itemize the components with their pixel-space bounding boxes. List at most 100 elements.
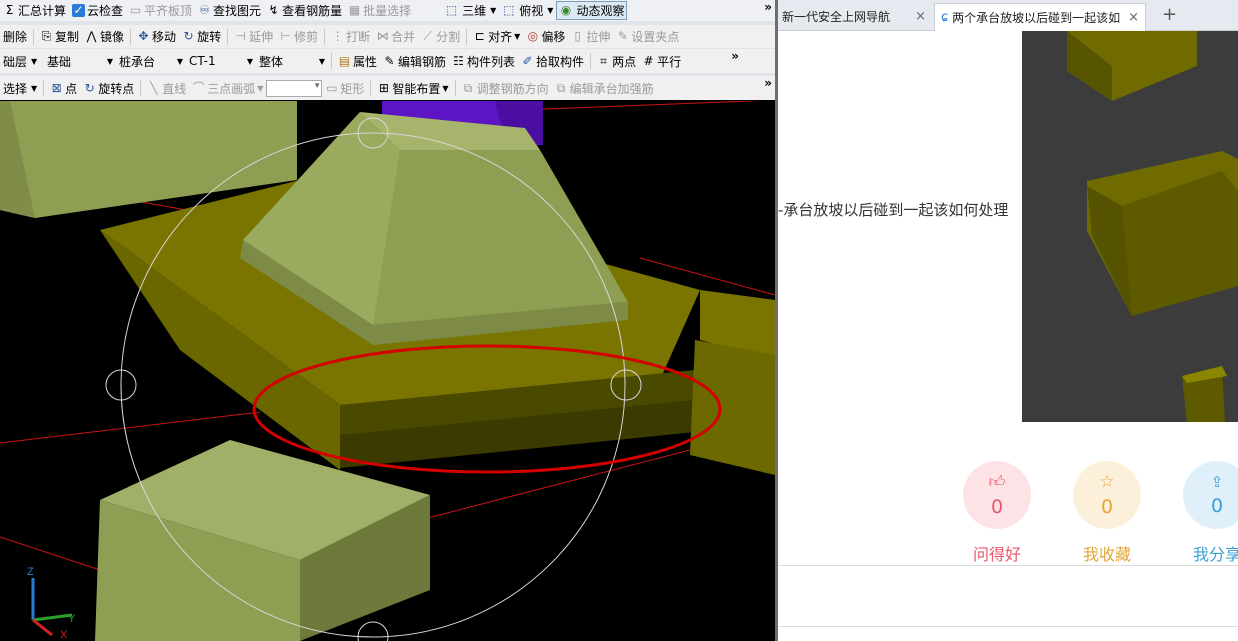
move-label: 移动 xyxy=(152,30,177,44)
move-button[interactable]: ✥ 移动 xyxy=(134,27,179,47)
orbit-handle-bottom[interactable] xyxy=(357,621,389,641)
arc-option-combo[interactable] xyxy=(266,79,323,97)
sigma-icon: Σ xyxy=(5,3,14,17)
share-circle[interactable]: ⇪ 0 xyxy=(1183,461,1238,529)
rotate-button[interactable]: ↻ 旋转 xyxy=(179,27,224,47)
browser-tab-active[interactable]: ɕ 两个承台放坡以后碰到一起该如何处理 × xyxy=(934,3,1146,31)
point-button[interactable]: ⊠ 点 xyxy=(47,78,80,98)
two-points-label: 两点 xyxy=(612,54,637,69)
offset-button[interactable]: ◎ 偏移 xyxy=(523,27,568,47)
scope-dropdown[interactable]: 整体 ▼ xyxy=(256,52,328,71)
find-element-button[interactable]: ♾ 查找图元 xyxy=(195,1,264,21)
share-action[interactable]: ⇪ 0 我分享 xyxy=(1182,461,1238,565)
component-type-dropdown[interactable]: 桩承台 ▼ xyxy=(116,52,186,71)
toolbar-overflow-button[interactable]: » xyxy=(764,0,772,14)
divider xyxy=(33,28,35,45)
cloud-check-button[interactable]: ✓ 云检查 xyxy=(69,1,126,21)
edit-cap-rebar-button[interactable]: ⧉ 编辑承台加强筋 xyxy=(552,78,657,98)
question-image[interactable] xyxy=(1022,31,1238,422)
rect-button[interactable]: ▭ 矩形 xyxy=(322,78,367,98)
favorite-action[interactable]: ☆ 0 我收藏 xyxy=(1072,461,1142,565)
parallel-icon: # xyxy=(643,53,654,68)
adjacent-cap-side xyxy=(690,340,775,475)
divider xyxy=(331,53,332,69)
dynamic-observe-button[interactable]: ◉ 动态观察 xyxy=(556,1,628,20)
pick-component-label: 拾取构件 xyxy=(536,54,585,69)
merge-button[interactable]: ⋈ 合并 xyxy=(373,27,418,47)
3d-viewport[interactable]: Z Y X xyxy=(0,101,775,641)
browser-tab[interactable]: 新一代安全上网导航 × xyxy=(778,3,932,29)
move-icon: ✥ xyxy=(138,29,149,43)
view-mode-value: 三维 xyxy=(462,4,487,18)
edit-rebar-button[interactable]: ✎ 编辑钢筋 xyxy=(380,51,449,71)
line-button[interactable]: ╲ 直线 xyxy=(144,78,189,98)
arc-label: 三点画弧 xyxy=(207,81,256,96)
edit-rebar-label: 编辑钢筋 xyxy=(398,54,447,69)
set-grip-button[interactable]: ✎ 设置夹点 xyxy=(613,27,682,47)
batch-select-label: 批量选择 xyxy=(363,4,412,18)
summary-calc-button[interactable]: Σ 汇总计算 xyxy=(0,1,69,21)
view-rebar-button[interactable]: ↯ 查看钢筋量 xyxy=(264,1,345,21)
thumbs-up-icon: 👍︎ xyxy=(988,472,1006,491)
break-button[interactable]: ⋮ 打断 xyxy=(328,27,373,47)
smart-layout-icon: ⊞ xyxy=(378,80,389,95)
offset-label: 偏移 xyxy=(541,30,566,44)
component-list-button[interactable]: ☷ 构件列表 xyxy=(449,51,518,71)
rotate-point-button[interactable]: ↻ 旋转点 xyxy=(80,78,137,98)
two-points-button[interactable]: ⌗ 两点 xyxy=(594,51,639,71)
edit-cap-rebar-label: 编辑承台加强筋 xyxy=(569,81,654,96)
extend-label: 延伸 xyxy=(249,30,274,44)
point-label: 点 xyxy=(65,81,78,96)
question-image-render xyxy=(1067,31,1238,422)
trim-button[interactable]: ⊢ 修剪 xyxy=(276,27,321,47)
align-button[interactable]: ⊏ 对齐 ▼ xyxy=(470,27,523,47)
copy-button[interactable]: ⎘ 复制 xyxy=(37,27,82,47)
batch-select-button[interactable]: ▦ 批量选择 xyxy=(345,1,414,21)
toolbar-overflow-button[interactable]: » xyxy=(764,76,772,90)
extend-icon: ⊣ xyxy=(235,29,246,43)
view-rebar-label: 查看钢筋量 xyxy=(282,4,343,18)
smart-layout-button[interactable]: ⊞ 智能布置 ▼ xyxy=(374,78,451,98)
view-angle-dropdown[interactable]: ⬚ 俯视 ▼ xyxy=(499,1,556,20)
view-mode-dropdown[interactable]: ⬚ 三维 ▼ xyxy=(442,1,499,20)
question-title: -承台放坡以后碰到一起该如何处理 xyxy=(778,201,1009,219)
toolbar-overflow-button[interactable]: » xyxy=(731,49,739,63)
close-icon[interactable]: × xyxy=(915,9,926,24)
like-circle[interactable]: 👍︎ 0 xyxy=(963,461,1031,529)
toolbar-row-1: Σ 汇总计算 ✓ 云检查 ▭ 平齐板顶 ♾ 查找图元 ↯ 查看钢筋量 ▦ 批量选择 ⬚ 三维 ▼… xyxy=(0,0,775,21)
level-slab-button[interactable]: ▭ 平齐板顶 xyxy=(126,1,195,21)
properties-button[interactable]: ▤ 属性 xyxy=(335,51,380,71)
arc-button[interactable]: ⌒ 三点画弧 ▼ xyxy=(189,78,266,98)
pick-component-button[interactable]: ✐ 拾取构件 xyxy=(518,51,587,71)
share-label: 我分享 xyxy=(1192,545,1238,564)
cloud-check-label: 云检查 xyxy=(87,4,124,18)
point-icon: ⊠ xyxy=(51,80,62,95)
stretch-button[interactable]: ▯ 拉伸 xyxy=(568,27,613,47)
cube-icon: ⬚ xyxy=(445,3,458,17)
chevron-down-icon: ▼ xyxy=(31,56,38,66)
axis-line xyxy=(419,449,691,521)
rotate-icon: ↻ xyxy=(183,29,194,43)
edit-cap-rebar-icon: ⧉ xyxy=(556,80,566,95)
like-action[interactable]: 👍︎ 0 问得好 xyxy=(962,461,1032,565)
mirror-button[interactable]: ⋀ 镜像 xyxy=(82,27,127,47)
align-label: 对齐 xyxy=(488,30,513,44)
grip-icon: ✎ xyxy=(617,29,628,43)
adjust-rebar-button[interactable]: ⧉ 调整钢筋方向 xyxy=(459,78,552,98)
favorite-circle[interactable]: ☆ 0 xyxy=(1073,461,1141,529)
extend-button[interactable]: ⊣ 延伸 xyxy=(231,27,276,47)
delete-button[interactable]: 删除 xyxy=(0,27,30,47)
parallel-button[interactable]: # 平行 xyxy=(639,51,684,71)
browser-logo-icon: ɕ xyxy=(941,10,949,25)
layer-dropdown[interactable]: 础层 ▼ xyxy=(0,52,44,71)
rect-icon: ▭ xyxy=(326,80,338,95)
split-button[interactable]: ⟋ 分割 xyxy=(418,27,463,47)
category-dropdown[interactable]: 基础 ▼ xyxy=(44,52,116,71)
rebar-view-icon: ↯ xyxy=(268,3,279,17)
close-icon[interactable]: × xyxy=(1128,10,1139,25)
new-tab-icon[interactable]: + xyxy=(1162,4,1177,25)
component-name-dropdown[interactable]: CT-1 ▼ xyxy=(186,52,256,71)
mirror-icon: ⋀ xyxy=(86,29,97,43)
select-dropdown[interactable]: 选择 ▼ xyxy=(0,79,40,98)
z-axis-label: Z xyxy=(27,566,34,578)
